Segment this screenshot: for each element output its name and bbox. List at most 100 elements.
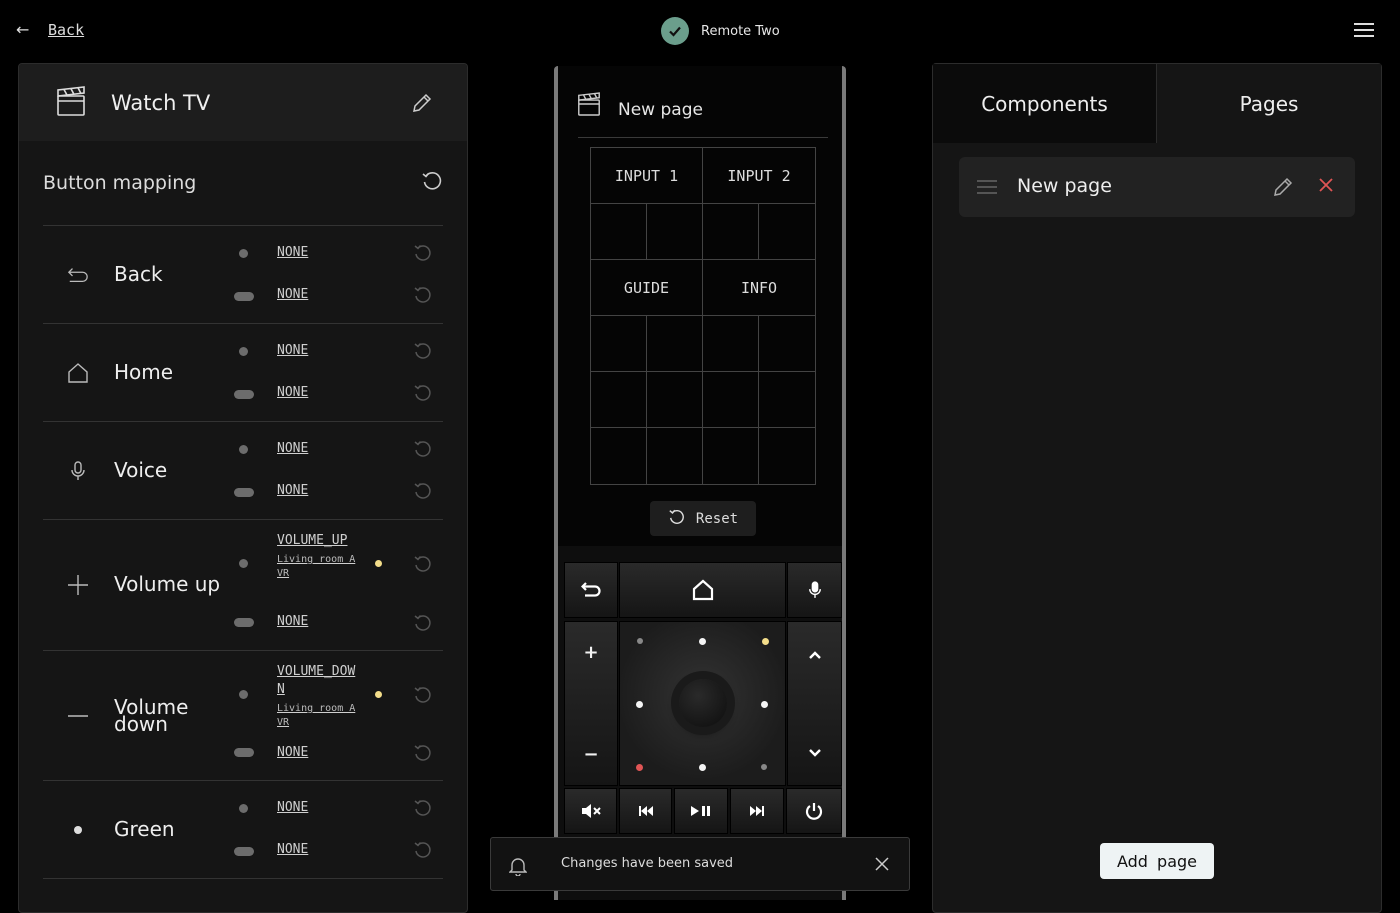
short-press-value[interactable]: NONE	[277, 440, 357, 458]
minus-icon: −	[583, 744, 599, 765]
menu-icon[interactable]	[1354, 23, 1374, 37]
long-press-value[interactable]: NONE	[277, 384, 357, 402]
undo-icon[interactable]	[413, 685, 433, 705]
mapping-row-volume-up: Volume up VOLUME_UP Living room AVR NONE	[43, 520, 443, 651]
grid-cell[interactable]	[759, 428, 815, 484]
short-press-value[interactable]: VOLUME_UP Living room AVR	[277, 532, 357, 581]
button-mapping-header: Button mapping	[43, 170, 443, 196]
dpad-center[interactable]	[679, 679, 727, 727]
grid-button-input-1[interactable]: INPUT 1	[591, 148, 703, 204]
undo-icon[interactable]	[413, 613, 433, 633]
dpad-up[interactable]	[699, 638, 706, 645]
add-page-button[interactable]: Add page	[1100, 843, 1214, 879]
activity-title: Watch TV	[111, 90, 211, 115]
grid-cell[interactable]	[703, 316, 759, 372]
close-icon[interactable]	[874, 856, 890, 876]
grid-cell[interactable]	[647, 204, 703, 260]
long-press-icon	[234, 390, 254, 399]
short-press-icon	[239, 559, 248, 568]
clapperboard-icon	[578, 92, 600, 120]
remote-screen: New page INPUT 1 INPUT 2 GUIDE INFO Rese…	[558, 66, 842, 546]
undo-icon[interactable]	[413, 285, 433, 305]
toast-message: Changes have been saved	[561, 856, 734, 871]
dpad-right[interactable]	[761, 701, 768, 708]
hw-voice-button[interactable]	[787, 562, 842, 618]
grid-cell[interactable]	[759, 316, 815, 372]
tab-pages[interactable]: Pages	[1157, 64, 1381, 143]
hw-volume-rocker[interactable]: + −	[564, 621, 618, 786]
grid-cell[interactable]	[591, 204, 647, 260]
short-press-value[interactable]: NONE	[277, 342, 357, 360]
long-press-value[interactable]: NONE	[277, 744, 357, 762]
long-press-icon	[234, 488, 254, 497]
hw-back-button[interactable]	[564, 562, 618, 618]
chevron-down-icon	[808, 742, 822, 763]
hw-channel-rocker[interactable]	[787, 621, 842, 786]
hw-home-button[interactable]	[619, 562, 786, 618]
short-press-entity: Living room AVR	[277, 703, 356, 728]
undo-icon[interactable]	[413, 798, 433, 818]
undo-icon[interactable]	[413, 743, 433, 763]
mapping-name: Green	[114, 817, 175, 841]
long-press-icon	[234, 847, 254, 856]
long-press-value[interactable]: NONE	[277, 613, 357, 631]
reset-button[interactable]: Reset	[650, 501, 756, 536]
dpad-indicator	[761, 764, 767, 770]
remote-preview: New page INPUT 1 INPUT 2 GUIDE INFO Rese…	[554, 66, 846, 900]
long-press-value[interactable]: NONE	[277, 841, 357, 859]
back-link[interactable]: ← Back	[16, 20, 84, 39]
plus-icon: +	[583, 642, 599, 663]
mapping-row-back: Back NONE NONE	[43, 226, 443, 324]
short-press-icon	[239, 445, 248, 454]
dpad-down[interactable]	[699, 764, 706, 771]
circle-dot-icon	[67, 819, 89, 841]
grid-button-input-2[interactable]: INPUT 2	[703, 148, 815, 204]
long-press-value[interactable]: NONE	[277, 482, 357, 500]
undo-icon[interactable]	[413, 439, 433, 459]
hw-play-pause-button[interactable]	[674, 788, 728, 834]
undo-icon[interactable]	[413, 554, 433, 574]
grid-button-guide[interactable]: GUIDE	[591, 260, 703, 316]
undo-icon[interactable]	[413, 840, 433, 860]
drag-handle-icon[interactable]	[977, 180, 997, 198]
grid-cell[interactable]	[759, 204, 815, 260]
grid-cell[interactable]	[703, 372, 759, 428]
dpad-left[interactable]	[636, 701, 643, 708]
delete-icon[interactable]	[1318, 177, 1334, 197]
short-press-value[interactable]: VOLUME_DOWN Living room AVR	[277, 663, 357, 730]
short-press-value[interactable]: NONE	[277, 244, 357, 262]
tab-components[interactable]: Components	[933, 64, 1157, 143]
grid-button-info[interactable]: INFO	[703, 260, 815, 316]
grid-cell[interactable]	[703, 428, 759, 484]
undo-icon[interactable]	[413, 243, 433, 263]
mapping-row-voice: Voice NONE NONE	[43, 422, 443, 520]
hw-power-button[interactable]	[786, 788, 842, 834]
hw-mute-button[interactable]	[564, 788, 617, 834]
undo-icon[interactable]	[413, 383, 433, 403]
hw-previous-button[interactable]	[619, 788, 672, 834]
grid-cell[interactable]	[703, 204, 759, 260]
short-press-value[interactable]: NONE	[277, 799, 357, 817]
hw-next-button[interactable]	[730, 788, 784, 834]
arrow-left-icon: ←	[16, 20, 30, 39]
grid-cell[interactable]	[591, 316, 647, 372]
pencil-icon[interactable]	[1272, 176, 1294, 202]
short-press-icon	[239, 249, 248, 258]
grid-cell[interactable]	[591, 372, 647, 428]
minus-icon	[67, 705, 89, 727]
page-list-item[interactable]: New page	[959, 157, 1355, 217]
reset-all-icon[interactable]	[421, 170, 443, 196]
pencil-icon[interactable]	[411, 92, 433, 118]
long-press-value[interactable]: NONE	[277, 286, 357, 304]
undo-icon[interactable]	[413, 481, 433, 501]
button-grid: INPUT 1 INPUT 2 GUIDE INFO	[590, 147, 816, 485]
grid-cell[interactable]	[647, 372, 703, 428]
short-press-icon	[239, 804, 248, 813]
undo-icon[interactable]	[413, 341, 433, 361]
grid-cell[interactable]	[759, 372, 815, 428]
grid-cell[interactable]	[591, 428, 647, 484]
grid-cell[interactable]	[647, 428, 703, 484]
mapping-row-home: Home NONE NONE	[43, 324, 443, 422]
grid-cell[interactable]	[647, 316, 703, 372]
dpad[interactable]	[619, 621, 786, 786]
